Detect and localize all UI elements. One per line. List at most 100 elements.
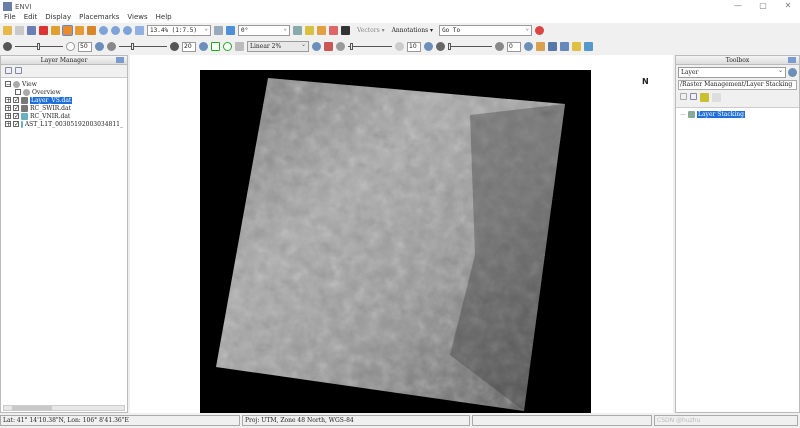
window-title: ENVI (15, 2, 32, 11)
layer-item-overview[interactable]: Overview (5, 88, 123, 96)
layer-checkbox[interactable] (15, 89, 21, 95)
transparency-slider[interactable] (448, 43, 492, 50)
layer-item-rc-vnir[interactable]: + ✓ RC_VNIR.dat (5, 112, 123, 120)
brightness-icon (3, 42, 12, 51)
menu-file[interactable]: File (4, 13, 16, 23)
color-table-icon[interactable] (324, 42, 333, 51)
export-icon[interactable] (548, 42, 557, 51)
contrast-slider[interactable] (119, 43, 167, 50)
layer-checkbox[interactable]: ✓ (13, 105, 19, 112)
layer-manager-title: Layer Manager (40, 57, 88, 64)
pan-icon[interactable] (62, 25, 73, 36)
expand-all-icon[interactable] (690, 93, 697, 100)
sharpen-slider[interactable] (348, 43, 392, 50)
view-flicker-icon[interactable] (572, 42, 581, 51)
data-manager-icon[interactable] (15, 26, 24, 35)
menu-views[interactable]: Views (127, 13, 147, 23)
reset-brightness-icon[interactable] (95, 42, 104, 51)
layer-checkbox[interactable]: ✓ (13, 97, 19, 104)
pixel-icon[interactable] (305, 26, 314, 35)
view-blend-icon[interactable] (560, 42, 569, 51)
pin-panel-icon[interactable] (788, 57, 796, 63)
layer-tree: − View Overview + ✓ Layer_VS.dat + ✓ RC_SWIR.… (1, 77, 127, 130)
zoom-combo[interactable]: 13.4% (1:7.5) (147, 24, 211, 36)
refresh-icon[interactable] (788, 68, 797, 77)
tree-root-view[interactable]: − View (5, 80, 123, 88)
horizontal-scrollbar[interactable] (3, 405, 125, 411)
sharpen-value[interactable]: 10 (407, 41, 421, 52)
rotate-icon[interactable] (87, 26, 96, 35)
toolbox-search-input[interactable]: Layer (678, 66, 786, 78)
reset-stretch-icon[interactable] (312, 42, 321, 51)
reset-contrast-icon[interactable] (199, 42, 208, 51)
brightness-value[interactable]: 50 (78, 41, 92, 52)
layer-item-ast-l1t[interactable]: + ✓ AST_L1T_00305192003034811_ (5, 120, 123, 128)
reset-transparency-icon[interactable] (524, 42, 533, 51)
collapse-all-icon[interactable] (5, 67, 12, 74)
zoom-full-icon[interactable] (135, 26, 144, 35)
menu-placemarks[interactable]: Placemarks (79, 13, 119, 23)
vectors-button[interactable]: Vectors ▾ (357, 27, 385, 34)
minimize-button[interactable]: — (728, 1, 748, 10)
toolbox-item-layer-stacking[interactable]: — Layer Stacking (680, 110, 795, 118)
chip-icon[interactable] (536, 42, 545, 51)
image-view[interactable]: N (130, 55, 673, 413)
image-canvas[interactable] (130, 55, 673, 413)
stretch-icon[interactable] (235, 42, 244, 51)
envi-logo-icon (3, 2, 12, 11)
layer-checkbox[interactable]: ✓ (13, 121, 19, 128)
status-empty (472, 415, 652, 426)
menu-display[interactable]: Display (45, 13, 71, 23)
sharpen-icon (336, 42, 345, 51)
favorite-add-icon[interactable] (700, 93, 709, 102)
toolbox-panel: Toolbox Layer /Raster Management/Layer S… (675, 55, 800, 413)
brightness-high-icon (66, 42, 75, 51)
layer-item-rc-swir[interactable]: + ✓ RC_SWIR.dat (5, 104, 123, 112)
pin-panel-icon[interactable] (116, 57, 124, 63)
layer-manager-panel: Layer Manager − View Overview + ✓ Layer_VS.… (0, 55, 128, 413)
goto-clear-icon[interactable] (535, 26, 545, 35)
fly-icon[interactable] (75, 26, 84, 35)
menu-bar: File Edit Display Placemarks Views Help (0, 13, 800, 23)
menu-edit[interactable]: Edit (24, 13, 38, 23)
rotation-combo[interactable]: 0° (238, 24, 290, 36)
open-icon[interactable] (3, 26, 12, 35)
reset-sharpen-icon[interactable] (424, 42, 433, 51)
menu-help[interactable]: Help (156, 13, 172, 23)
sharpen-high-icon (395, 42, 404, 51)
cursor-value-icon[interactable] (341, 26, 350, 35)
zoom-in-icon[interactable] (111, 26, 120, 35)
rotate-right-icon[interactable] (226, 26, 235, 35)
contrast-value[interactable]: 20 (182, 41, 196, 52)
expand-all-icon[interactable] (15, 67, 22, 74)
favorite-icon[interactable] (712, 93, 721, 102)
zoom-icon[interactable] (99, 26, 108, 35)
goto-combo[interactable]: Go To (439, 24, 533, 36)
view-swipe-icon[interactable] (584, 42, 593, 51)
profile-icon[interactable] (317, 26, 326, 35)
stretch-refresh-icon[interactable] (223, 42, 232, 51)
spectral-icon[interactable] (329, 26, 338, 35)
annotations-button[interactable]: Annotations ▾ (392, 27, 433, 34)
transparency-value[interactable]: 0 (507, 41, 521, 52)
transparency-high-icon (495, 42, 504, 51)
rotate-left-icon[interactable] (214, 26, 223, 35)
stretch-extent-icon[interactable] (211, 42, 220, 51)
layer-item-layer-vs[interactable]: + ✓ Layer_VS.dat (5, 96, 123, 104)
zoom-out-icon[interactable] (123, 26, 132, 35)
layer-icon[interactable] (27, 26, 36, 35)
select-icon[interactable] (51, 26, 60, 35)
layer-checkbox[interactable]: ✓ (13, 113, 19, 120)
brightness-slider[interactable] (15, 43, 63, 50)
crosshair-icon[interactable] (293, 26, 302, 35)
maximize-button[interactable]: ▢ (753, 1, 773, 10)
stretch-combo[interactable]: Linear 2% (247, 40, 309, 52)
layer-label: AST_L1T_00305192003034811_ (24, 120, 123, 128)
status-projection: Proj: UTM, Zone 48 North, WGS-84 (242, 415, 470, 426)
close-button[interactable]: ✕ (778, 1, 798, 10)
raster-icon (21, 96, 28, 104)
collapse-all-icon[interactable] (680, 93, 687, 100)
raster-color-icon (21, 120, 23, 128)
contrast-icon (107, 42, 116, 51)
pin-icon[interactable] (39, 26, 48, 35)
